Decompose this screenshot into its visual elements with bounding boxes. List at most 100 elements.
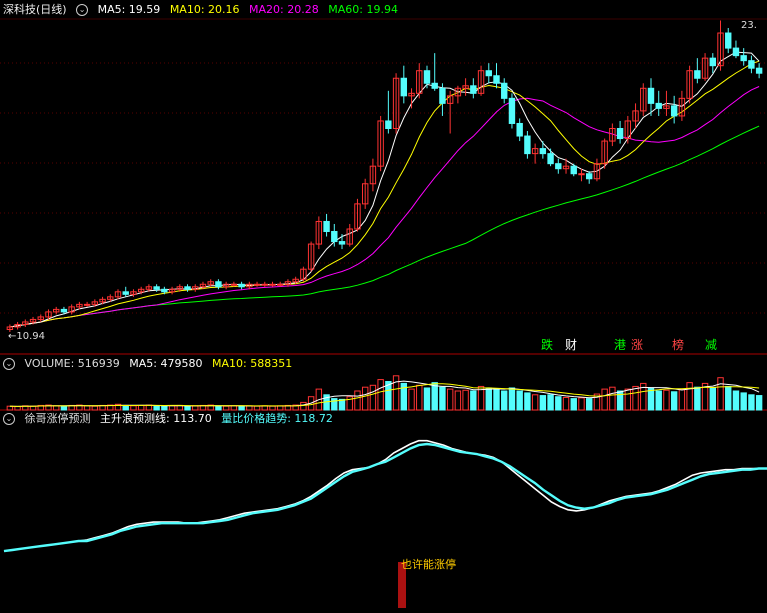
candle-body [493, 75, 500, 84]
candle-body [323, 220, 330, 233]
volume-bar [29, 405, 37, 411]
volume-bar [377, 379, 384, 411]
indicator-line2-label: 量比价格趋势: 118.72 [221, 412, 333, 425]
candle-body [670, 105, 678, 117]
stock-name[interactable]: 深科技(日线) [3, 3, 67, 16]
low-price-label: ←10.94 [8, 331, 45, 342]
indicator-settings-icon[interactable]: ⌄ [3, 413, 15, 425]
ma60-line [9, 125, 760, 328]
volume-settings-icon[interactable]: ⌄ [3, 358, 15, 370]
volume-bar [137, 404, 145, 411]
volume-bar [470, 390, 477, 411]
candle-body [485, 70, 492, 77]
ma10-label: MA10: 20.16 [169, 3, 240, 16]
ma20-path [9, 86, 760, 328]
candle-body [331, 231, 338, 243]
volume-bar [331, 398, 338, 411]
badge-rise[interactable]: 涨 [631, 338, 643, 352]
volume-bar [601, 388, 608, 411]
volume-bar [91, 405, 99, 411]
volume-bar [369, 384, 377, 411]
candle-body [261, 283, 268, 286]
volume-bar [501, 390, 508, 411]
candle-body [755, 67, 763, 74]
volume-bar [192, 405, 199, 411]
candle-body [400, 77, 408, 97]
low-price-value: 10.94 [16, 331, 46, 342]
badge-reduce[interactable]: 减 [705, 338, 717, 352]
candle-body [694, 70, 701, 79]
volume-ma5-label: MA5: 479580 [129, 357, 203, 370]
candle-body [60, 308, 68, 313]
volume-bar [408, 388, 415, 411]
ma60-path [9, 125, 760, 328]
candle-body [238, 283, 245, 288]
volume-bar [6, 405, 14, 411]
volume-bar [624, 388, 632, 411]
candle-body [578, 173, 585, 176]
volume-bar [732, 390, 740, 411]
volume-bar [253, 405, 261, 411]
volume-bar [686, 382, 693, 411]
volume-bar [60, 405, 68, 411]
volume-bar [222, 405, 230, 411]
indicator-panel-header: ⌄ 徐哥涨停预测 主升浪预测线: 113.70 量比价格趋势: 118.72 [3, 411, 339, 427]
badge-fall[interactable]: 跌 [541, 338, 553, 352]
candle-body [230, 283, 238, 286]
volume-bar [663, 389, 670, 411]
candle-body [153, 286, 160, 290]
candle-body [725, 32, 732, 49]
candle-body [748, 60, 755, 69]
volume-bar [647, 387, 655, 411]
ma10-line [9, 60, 760, 328]
volume-ma10-label: MA10: 588351 [211, 357, 293, 370]
volume-bar [416, 384, 423, 411]
candle-body [616, 127, 624, 140]
volume-bar [748, 394, 755, 411]
volume-bar [439, 386, 446, 411]
candle-body [570, 165, 577, 175]
volume-bar [709, 387, 716, 411]
candle-body [501, 82, 508, 99]
candle-body [385, 120, 392, 129]
candle-body [161, 288, 168, 293]
volume-bar [547, 394, 554, 411]
candle-body [647, 87, 655, 104]
volume-bar [300, 401, 307, 411]
volume-bar [230, 405, 238, 411]
volume-bar [516, 390, 523, 411]
ma60-label: MA60: 19.94 [328, 3, 398, 16]
volume-bar [562, 396, 570, 411]
volume-bar [524, 392, 531, 411]
badge-list[interactable]: 榜 [672, 338, 684, 352]
candle-body [740, 55, 747, 62]
candle-body [470, 85, 477, 94]
badge-finance[interactable]: 财 [565, 338, 577, 352]
volume-bar [609, 386, 616, 411]
settings-icon[interactable]: ⌄ [76, 4, 89, 16]
main-panel-header: 深科技(日线) ⌄ MA5: 19.59 MA10: 20.16 MA20: 2… [3, 2, 404, 18]
volume-bar [431, 382, 438, 411]
volume-bar [462, 389, 469, 411]
badge-hk[interactable]: 港 [614, 338, 626, 352]
volume-bar [755, 395, 763, 411]
limit-up-annotation: 也许能涨停 [401, 558, 456, 571]
candle-body [524, 135, 531, 155]
indicator-line1-path [3, 439, 767, 552]
high-price-label: 23. [741, 20, 757, 31]
candle-body [83, 303, 91, 306]
volume-ma-lines [9, 380, 760, 407]
candle-body [508, 97, 516, 124]
indicator-name[interactable]: 徐哥涨停预测 [25, 412, 91, 425]
candle-body [184, 286, 191, 290]
candle-body [709, 57, 716, 67]
candle-body [338, 241, 346, 245]
volume-bar [740, 392, 747, 411]
candle-body [516, 122, 523, 137]
indicator-lines [3, 439, 767, 553]
ma5-path [9, 51, 760, 328]
volume-bar [585, 398, 593, 411]
volume-bar [531, 394, 539, 411]
volume-bar [215, 405, 222, 411]
stock-chart[interactable] [0, 0, 767, 613]
